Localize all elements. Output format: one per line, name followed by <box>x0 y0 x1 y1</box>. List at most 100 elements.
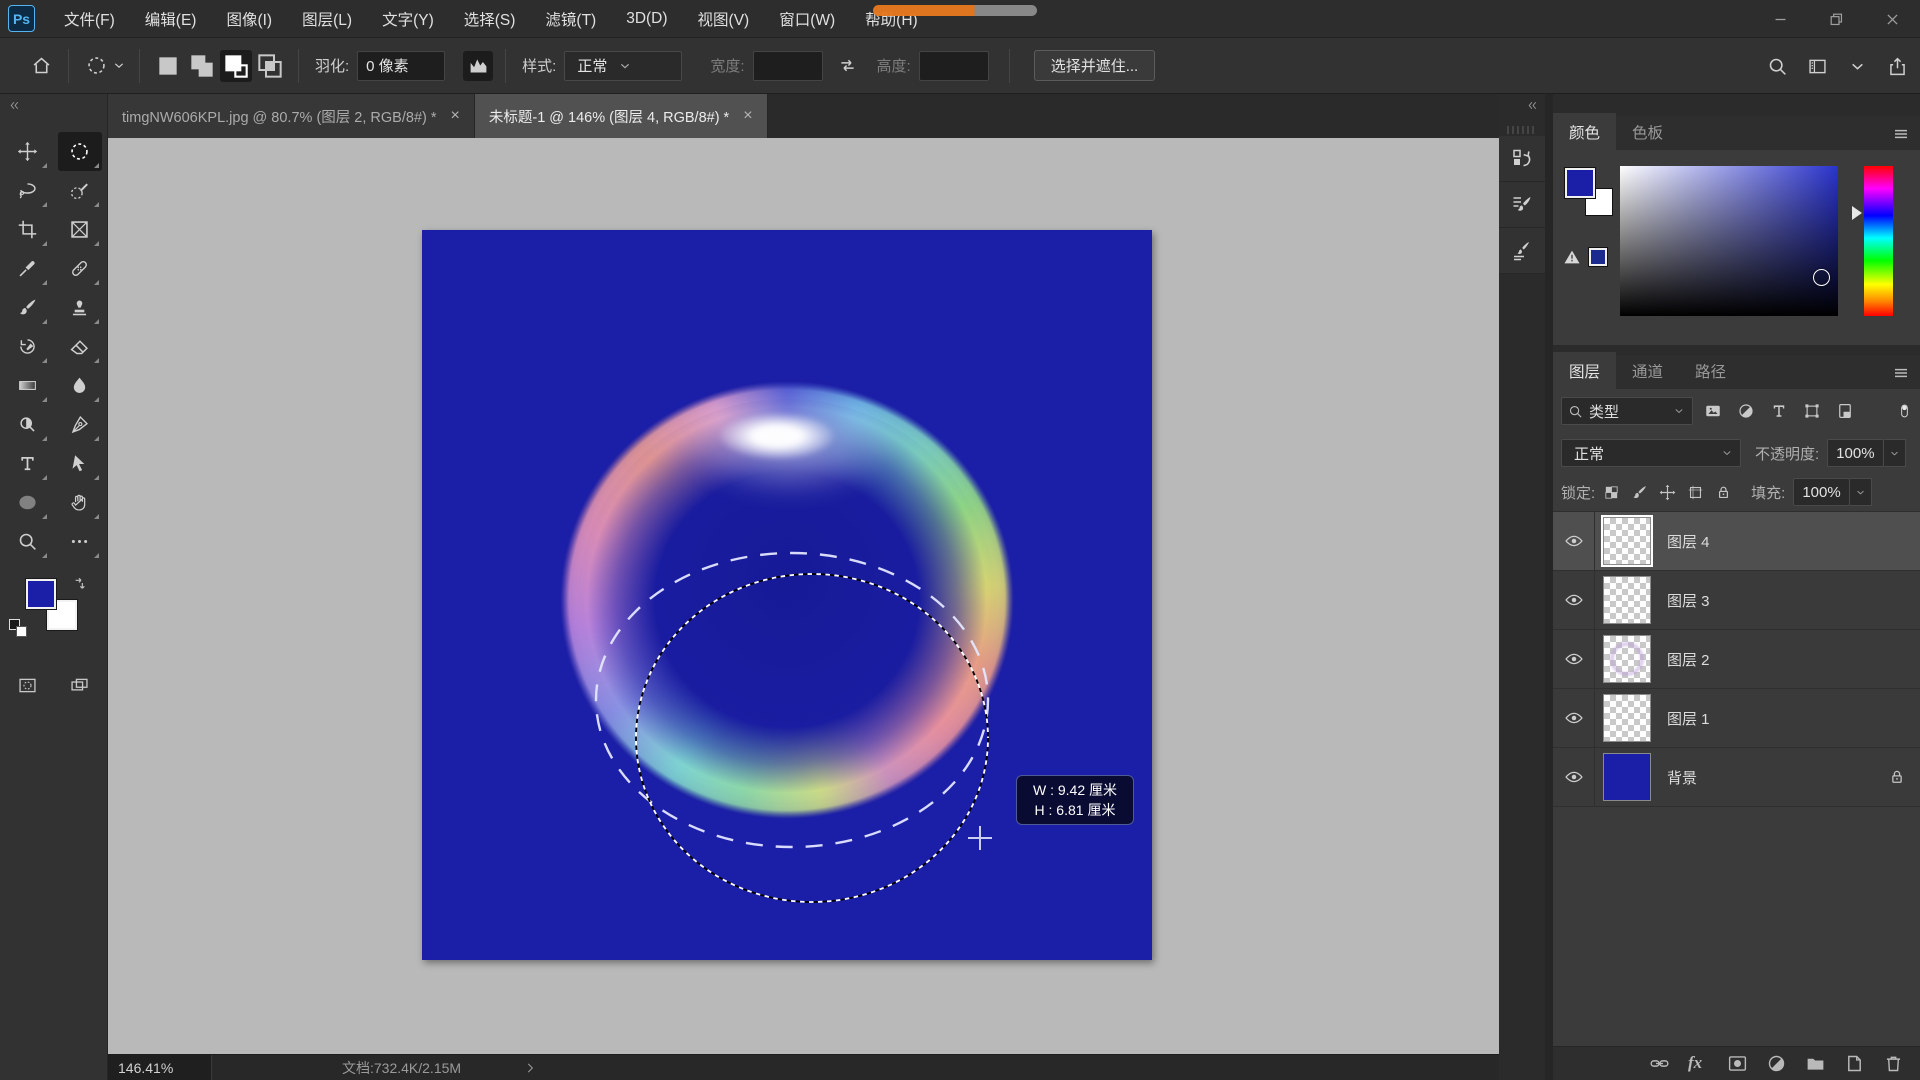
hue-strip[interactable] <box>1864 166 1893 316</box>
layer-thumbnail[interactable] <box>1603 576 1651 624</box>
type-filter[interactable] <box>1765 399 1792 423</box>
layer-visibility-eye-icon[interactable] <box>1553 630 1595 689</box>
lock-position[interactable] <box>1655 481 1679 503</box>
quick-select-tool[interactable] <box>58 171 102 210</box>
layer-visibility-eye-icon[interactable] <box>1553 689 1595 748</box>
menu-item[interactable]: 编辑(E) <box>130 0 212 37</box>
layer-thumbnail[interactable] <box>1603 753 1651 801</box>
menu-item[interactable]: 文字(Y) <box>367 0 449 37</box>
shape-filter[interactable] <box>1798 399 1825 423</box>
layer-visibility-eye-icon[interactable] <box>1553 512 1595 571</box>
pen-tool[interactable] <box>58 405 102 444</box>
height-input[interactable] <box>919 51 989 81</box>
layer-row[interactable]: 图层 1 <box>1553 689 1920 748</box>
minimize-icon[interactable] <box>1752 0 1808 38</box>
mask-icon[interactable] <box>1727 1053 1748 1074</box>
share-icon[interactable] <box>1882 51 1912 81</box>
eyedropper-tool[interactable] <box>6 249 50 288</box>
blend-mode-select[interactable]: 正常 <box>1561 439 1741 467</box>
document-tab[interactable]: timgNW606KPL.jpg @ 80.7% (图层 2, RGB/8#) … <box>108 94 475 138</box>
restore-icon[interactable] <box>1808 0 1864 38</box>
tab-图层[interactable]: 图层 <box>1553 352 1616 389</box>
panel-menu-icon[interactable] <box>1892 364 1910 382</box>
tab-色板[interactable]: 色板 <box>1616 113 1679 150</box>
tab-颜色[interactable]: 颜色 <box>1553 113 1616 150</box>
menu-item[interactable]: 3D(D) <box>611 0 682 37</box>
status-options-chevron-icon[interactable] <box>523 1061 537 1075</box>
panel-menu-icon[interactable] <box>1892 125 1910 143</box>
layer-visibility-eye-icon[interactable] <box>1553 748 1595 807</box>
opacity-input[interactable]: 100% <box>1827 439 1883 467</box>
sel-add-button[interactable] <box>186 50 218 82</box>
tool-preset-icon[interactable] <box>81 51 111 81</box>
menu-item[interactable]: 窗口(W) <box>764 0 850 37</box>
fx-icon[interactable]: fx <box>1688 1053 1709 1074</box>
menu-item[interactable]: 滤镜(T) <box>530 0 611 37</box>
folder-icon[interactable] <box>1805 1053 1826 1074</box>
menu-item[interactable]: 选择(S) <box>449 0 531 37</box>
ellipse-marquee-tool[interactable] <box>58 132 102 171</box>
filter-toggle-switch[interactable] <box>1897 398 1912 424</box>
zoom-level-input[interactable]: 146.41% <box>108 1055 212 1080</box>
smart-object-filter[interactable] <box>1831 399 1858 423</box>
link-icon[interactable] <box>1649 1053 1670 1074</box>
zoom-tool[interactable] <box>6 522 50 561</box>
adjustment-icon[interactable] <box>1732 399 1759 423</box>
color-panel-foreground-swatch[interactable] <box>1565 168 1595 198</box>
move-tool[interactable] <box>6 132 50 171</box>
path-select-tool[interactable] <box>58 444 102 483</box>
layer-filter-select[interactable]: 类型 <box>1561 397 1693 425</box>
eraser-tool[interactable] <box>58 327 102 366</box>
lock-transparent[interactable] <box>1599 481 1623 503</box>
close-icon[interactable] <box>1864 0 1920 38</box>
anti-alias-histogram-icon[interactable] <box>463 51 493 81</box>
workspace-icon[interactable] <box>1802 51 1832 81</box>
trash-icon[interactable] <box>1883 1053 1904 1074</box>
search-icon[interactable] <box>1762 51 1792 81</box>
sel-intersect-button[interactable] <box>254 50 286 82</box>
swap-colors-icon[interactable] <box>71 577 87 593</box>
type-tool[interactable] <box>6 444 50 483</box>
layer-row[interactable]: 图层 3 <box>1553 571 1920 630</box>
menu-item[interactable]: 图像(I) <box>211 0 287 37</box>
color-field[interactable] <box>1620 166 1838 316</box>
healing-brush-tool[interactable] <box>58 249 102 288</box>
home-icon[interactable] <box>26 51 56 81</box>
history-panel-button[interactable] <box>1499 136 1545 182</box>
crop-tool[interactable] <box>6 210 50 249</box>
fill-chevron-icon[interactable] <box>1850 478 1872 506</box>
tool-preset-chevron-icon[interactable] <box>111 51 127 81</box>
foreground-color-swatch[interactable] <box>26 579 56 609</box>
sel-subtract-button[interactable] <box>220 50 252 82</box>
gradient-tool[interactable] <box>6 366 50 405</box>
brush-settings-panel-button[interactable] <box>1499 182 1545 228</box>
opacity-chevron-icon[interactable] <box>1884 439 1906 467</box>
layer-thumbnail[interactable] <box>1603 694 1651 742</box>
more-tools[interactable] <box>58 522 102 561</box>
width-input[interactable] <box>753 51 823 81</box>
hand-tool[interactable] <box>58 483 102 522</box>
tab-通道[interactable]: 通道 <box>1616 352 1679 389</box>
document-canvas[interactable]: W : 9.42 厘米 H : 6.81 厘米 <box>422 230 1152 960</box>
layer-row[interactable]: 图层 2 <box>1553 630 1920 689</box>
brush-presets-panel-button[interactable] <box>1499 228 1545 274</box>
shape-tool[interactable] <box>6 483 50 522</box>
adjustment-icon[interactable] <box>1766 1053 1787 1074</box>
image-filter[interactable] <box>1699 399 1726 423</box>
tab-close-icon[interactable]: × <box>743 107 752 125</box>
layer-thumbnail[interactable] <box>1603 517 1651 565</box>
sel-new-button[interactable] <box>152 50 184 82</box>
dodge-tool[interactable] <box>6 405 50 444</box>
menu-item[interactable]: 文件(F) <box>49 0 130 37</box>
document-tab[interactable]: 未标题-1 @ 146% (图层 4, RGB/8#) *× <box>475 94 768 138</box>
layer-visibility-eye-icon[interactable] <box>1553 571 1595 630</box>
blur-tool[interactable] <box>58 366 102 405</box>
select-and-mask-button[interactable]: 选择并遮住... <box>1034 50 1156 81</box>
layer-row[interactable]: 图层 4 <box>1553 512 1920 571</box>
default-colors-icon[interactable] <box>9 619 29 639</box>
history-brush-tool[interactable] <box>6 327 50 366</box>
color-picker-ring[interactable] <box>1813 269 1830 286</box>
frame-tool[interactable] <box>58 210 102 249</box>
layer-row[interactable]: 背景 <box>1553 748 1920 807</box>
panels-expand-button[interactable] <box>1499 94 1545 116</box>
